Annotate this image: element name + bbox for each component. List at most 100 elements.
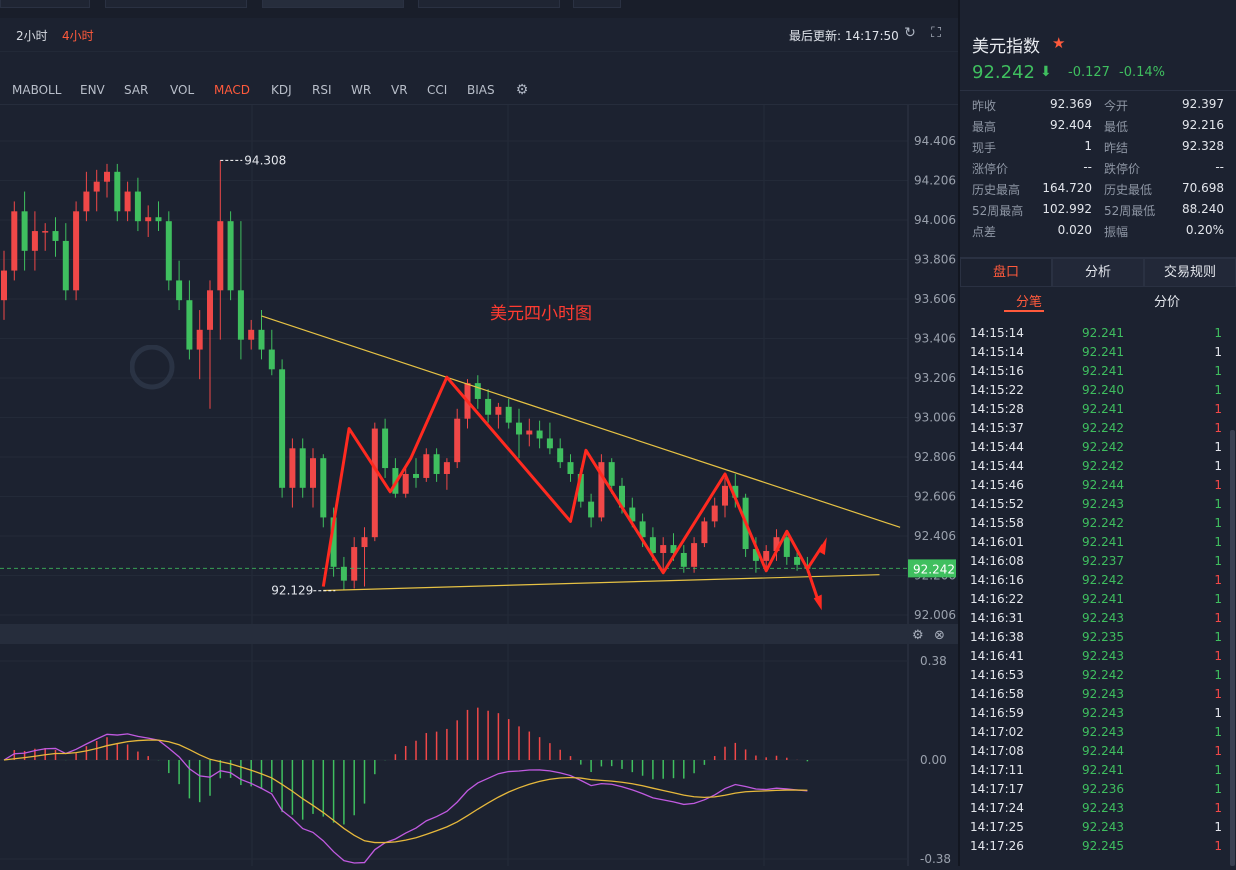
- quote-value: 102.992: [1042, 202, 1092, 216]
- quote-value: 92.328: [1182, 139, 1224, 153]
- refresh-icon[interactable]: ↻: [902, 24, 918, 42]
- tick-time: 14:15:22: [970, 383, 1024, 397]
- indicator-rsi[interactable]: RSI: [312, 83, 332, 97]
- indicator-macd[interactable]: MACD: [214, 83, 250, 97]
- chart-background: [0, 105, 958, 866]
- indicator-sar[interactable]: SAR: [124, 83, 148, 97]
- tick-volume: 1: [1214, 345, 1222, 359]
- candle-body: [402, 473, 409, 494]
- macd-tick-label: 0.00: [920, 753, 947, 767]
- quote-label: 点差: [972, 225, 997, 239]
- tick-time: 14:16:58: [970, 687, 1024, 701]
- subtab-ticks[interactable]: 分笔: [1016, 291, 1042, 310]
- tick-price: 92.243: [1082, 706, 1124, 720]
- tick-list-scrollbar[interactable]: [1230, 430, 1235, 866]
- tick-row: 14:15:52 92.243 1: [960, 496, 1228, 515]
- tick-price: 92.243: [1082, 497, 1124, 511]
- indicator-env[interactable]: ENV: [80, 83, 105, 97]
- tick-list[interactable]: 14:15:14 92.241 1 14:15:14 92.241 1 14:15:16 92…: [960, 312, 1228, 866]
- indicator-bias[interactable]: BIAS: [467, 83, 495, 97]
- fullscreen-icon[interactable]: ⛶: [928, 24, 944, 42]
- macd-settings-icon[interactable]: ⚙: [912, 628, 924, 643]
- candle-body: [93, 181, 100, 192]
- candle-body: [351, 547, 358, 581]
- indicator-vol[interactable]: VOL: [170, 83, 194, 97]
- quote-row: 昨收 92.369 今开 92.397: [960, 93, 1236, 114]
- tick-time: 14:16:08: [970, 554, 1024, 568]
- tick-volume: 1: [1214, 782, 1222, 796]
- timeframe-4h[interactable]: 4小时: [62, 27, 94, 44]
- indicator-wr[interactable]: WR: [351, 83, 371, 97]
- tick-row: 14:17:17 92.236 1: [960, 781, 1228, 800]
- tab-trading-rules[interactable]: 交易规则: [1144, 258, 1236, 287]
- indicator-kdj[interactable]: KDJ: [271, 83, 292, 97]
- candle-body: [794, 556, 801, 565]
- tab-pankou[interactable]: 盘口: [960, 258, 1052, 287]
- candle-body: [217, 221, 224, 291]
- tick-time: 14:16:16: [970, 573, 1024, 587]
- chart-area[interactable]: 94.406 94.206 94.006 93.806 93.606 93.406 93.2…: [0, 105, 958, 866]
- tick-volume: 1: [1214, 459, 1222, 473]
- tick-time: 14:15:46: [970, 478, 1024, 492]
- quote-row: 52周最高 102.992 52周最低 88.240: [960, 198, 1236, 219]
- timeframe-2h[interactable]: 2小时: [16, 27, 48, 44]
- top-tab-stub[interactable]: [418, 0, 560, 8]
- tick-volume: 1: [1214, 763, 1222, 777]
- quote-row: 涨停价 -- 跌停价 --: [960, 156, 1236, 177]
- price-tick-label: 92.006: [914, 608, 956, 622]
- tick-volume: 1: [1214, 421, 1222, 435]
- tick-price: 92.242: [1082, 440, 1124, 454]
- tick-time: 14:17:24: [970, 801, 1024, 815]
- top-tab-stub[interactable]: [262, 0, 404, 8]
- tick-time: 14:15:37: [970, 421, 1024, 435]
- tick-volume: 1: [1214, 839, 1222, 853]
- tick-row: 14:16:22 92.241 1: [960, 591, 1228, 610]
- candlestick-chart[interactable]: 94.406 94.206 94.006 93.806 93.606 93.406 93.2…: [0, 105, 958, 866]
- tick-price: 92.241: [1082, 763, 1124, 777]
- tick-time: 14:15:28: [970, 402, 1024, 416]
- subtab-price[interactable]: 分价: [1154, 291, 1180, 310]
- top-tab-stub[interactable]: [0, 0, 90, 8]
- tick-volume: 1: [1214, 383, 1222, 397]
- tick-volume: 1: [1214, 402, 1222, 416]
- tab-analysis[interactable]: 分析: [1052, 258, 1144, 287]
- candle-body: [104, 171, 110, 182]
- tick-volume: 1: [1214, 326, 1222, 340]
- price-tick-label: 93.606: [914, 292, 956, 306]
- tick-price: 92.241: [1082, 345, 1124, 359]
- tick-row: 14:16:59 92.243 1: [960, 705, 1228, 724]
- top-tab-stub[interactable]: [573, 0, 621, 8]
- down-arrow-icon: ⬇: [1040, 64, 1052, 80]
- candle-body: [763, 551, 770, 561]
- tick-volume: 1: [1214, 725, 1222, 739]
- tick-price: 92.237: [1082, 554, 1124, 568]
- candle-body: [546, 438, 553, 449]
- quote-panel: 美元指数 ★ 92.242 ⬇ -0.127 -0.14% 昨收 92.369 今开…: [960, 0, 1236, 866]
- tick-price: 92.242: [1082, 421, 1124, 435]
- top-tab-stub[interactable]: [105, 0, 247, 8]
- macd-close-icon[interactable]: ⊗: [934, 628, 945, 643]
- macd-tick-label: 0.38: [920, 654, 947, 668]
- tick-time: 14:16:31: [970, 611, 1024, 625]
- candle-body: [176, 280, 183, 301]
- indicator-settings-icon[interactable]: ⚙: [514, 81, 530, 99]
- candle-body: [608, 462, 615, 486]
- tick-row: 14:15:28 92.241 1: [960, 401, 1228, 420]
- favorite-star-icon[interactable]: ★: [1052, 34, 1065, 52]
- tick-price: 92.243: [1082, 801, 1124, 815]
- last-price: 92.242: [972, 62, 1035, 83]
- candle-body: [505, 406, 512, 423]
- indicator-cci[interactable]: CCI: [427, 83, 447, 97]
- price-tick-label: 93.006: [914, 411, 956, 425]
- price-tick-label: 94.406: [914, 134, 956, 148]
- tick-row: 14:15:14 92.241 1: [960, 325, 1228, 344]
- quote-row: 最高 92.404 最低 92.216: [960, 114, 1236, 135]
- candle-body: [1, 270, 7, 301]
- tick-row: 14:15:44 92.242 1: [960, 439, 1228, 458]
- tick-volume: 1: [1214, 687, 1222, 701]
- indicator-maboll[interactable]: MABOLL: [12, 83, 61, 97]
- candle-body: [62, 240, 69, 291]
- tick-row: 14:17:26 92.245 1: [960, 838, 1228, 857]
- indicator-vr[interactable]: VR: [391, 83, 408, 97]
- low-marker-label: 92.129: [271, 584, 313, 598]
